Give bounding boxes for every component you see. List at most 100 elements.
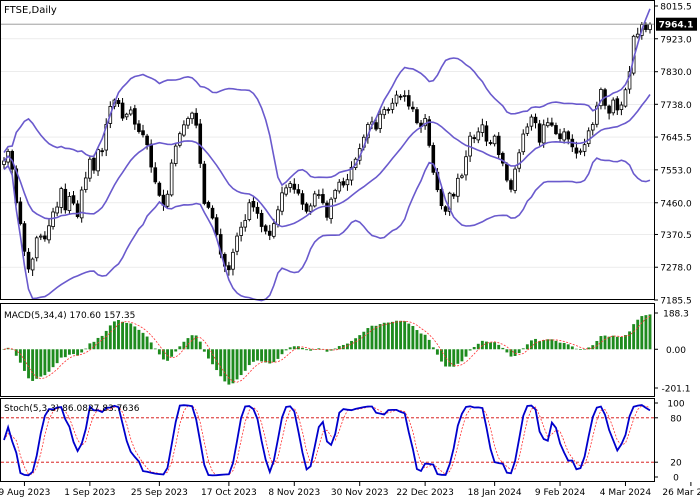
candle-body xyxy=(590,124,595,131)
price-badge-text: 7964.1 xyxy=(659,21,694,31)
macd-bar xyxy=(280,349,284,355)
macd-bar xyxy=(104,330,108,350)
macd-bar xyxy=(624,335,627,350)
candle-body xyxy=(308,205,313,212)
macd-bar xyxy=(63,349,67,358)
macd-bar xyxy=(399,320,403,350)
macd-bar xyxy=(309,349,313,351)
macd-bar xyxy=(198,341,202,350)
candle-body xyxy=(566,131,571,140)
stoch-main-line xyxy=(3,404,651,477)
macd-bar xyxy=(423,334,427,350)
macd-bar xyxy=(407,323,411,350)
candle-body xyxy=(615,98,620,111)
candle-body xyxy=(537,123,542,143)
candle-body xyxy=(83,177,88,190)
macd-bar xyxy=(644,315,648,350)
candle-body xyxy=(239,226,243,236)
macd-bar xyxy=(374,325,378,350)
macd-bar xyxy=(112,321,116,350)
macd-bar xyxy=(256,349,259,361)
date-tick-label: 4 Mar 2024 xyxy=(600,488,652,498)
candle-body xyxy=(312,193,317,207)
macd-bar xyxy=(96,337,100,350)
candle-body xyxy=(182,124,186,136)
macd-bar xyxy=(227,349,231,385)
candle-body xyxy=(317,194,321,197)
macd-bar xyxy=(595,340,599,350)
macd-bar xyxy=(403,321,407,350)
candle-body xyxy=(505,163,509,181)
trading-chart: 7923.0 7830.0 7738.0 7645.5 7553.0 7460.0 7370… xyxy=(0,0,700,498)
candle-body xyxy=(533,116,538,124)
macd-bar xyxy=(366,328,370,350)
macd-bar xyxy=(125,322,129,350)
macd-bar xyxy=(411,325,415,350)
macd-bar xyxy=(427,339,431,350)
candle-body xyxy=(513,168,517,191)
candle-body xyxy=(341,181,346,186)
candle-body xyxy=(574,147,579,154)
macd-bar xyxy=(448,349,452,367)
candle-body xyxy=(394,94,399,104)
candle-body xyxy=(550,122,554,126)
candle-body xyxy=(635,33,640,38)
date-tick-label: 22 Dec 2023 xyxy=(396,488,454,498)
candle-body xyxy=(541,124,546,144)
candle-body xyxy=(492,135,497,145)
candle-body xyxy=(402,95,407,97)
macd-bar xyxy=(599,336,603,350)
macd-bar xyxy=(583,349,587,350)
macd-bar xyxy=(129,323,133,350)
candle-body xyxy=(586,130,591,145)
candle-body xyxy=(79,189,84,219)
macd-bar xyxy=(648,314,652,350)
macd-bar xyxy=(493,342,497,350)
macd-bar xyxy=(460,349,464,362)
macd-bar xyxy=(67,349,71,355)
macd-bar xyxy=(51,349,55,368)
candle-body xyxy=(210,207,215,219)
macd-bar xyxy=(264,349,268,363)
candle-body xyxy=(619,104,624,110)
macd-bar xyxy=(10,349,14,350)
candle-body xyxy=(451,193,456,197)
macd-bar xyxy=(362,331,366,350)
macd-bar xyxy=(513,349,517,356)
candle-body xyxy=(178,133,182,146)
candle-body xyxy=(231,251,235,270)
price-tick-label: 7460.0 xyxy=(660,199,692,209)
macd-bar xyxy=(170,349,174,357)
macd-bar xyxy=(566,344,570,350)
macd-bar xyxy=(390,321,394,350)
candle-body xyxy=(386,109,391,111)
macd-bar xyxy=(538,341,542,350)
bollinger-middle xyxy=(3,94,651,228)
macd-bar xyxy=(219,349,223,377)
candle-body xyxy=(153,167,158,183)
macd-bar xyxy=(386,322,390,350)
macd-bar xyxy=(178,346,182,350)
macd-bar xyxy=(231,349,235,384)
macd-bar xyxy=(550,339,554,350)
macd-bar xyxy=(59,349,63,358)
macd-bar xyxy=(525,344,529,350)
bollinger-lower xyxy=(3,157,651,302)
macd-bar xyxy=(517,349,521,354)
candle-body xyxy=(124,113,129,118)
macd-bar xyxy=(382,322,386,350)
macd-bar xyxy=(435,349,439,355)
candle-body xyxy=(623,89,628,107)
candle-body xyxy=(128,109,133,115)
candle-body xyxy=(276,209,280,225)
candle-body xyxy=(329,198,333,220)
macd-bar xyxy=(521,348,525,350)
macd-bar xyxy=(260,349,264,362)
candle-body xyxy=(374,122,378,130)
macd-bar xyxy=(542,340,546,350)
candle-body xyxy=(296,189,301,194)
candle-body xyxy=(333,189,337,199)
candle-body xyxy=(390,102,395,110)
macd-bar xyxy=(489,342,492,350)
macd-bar xyxy=(149,342,153,350)
